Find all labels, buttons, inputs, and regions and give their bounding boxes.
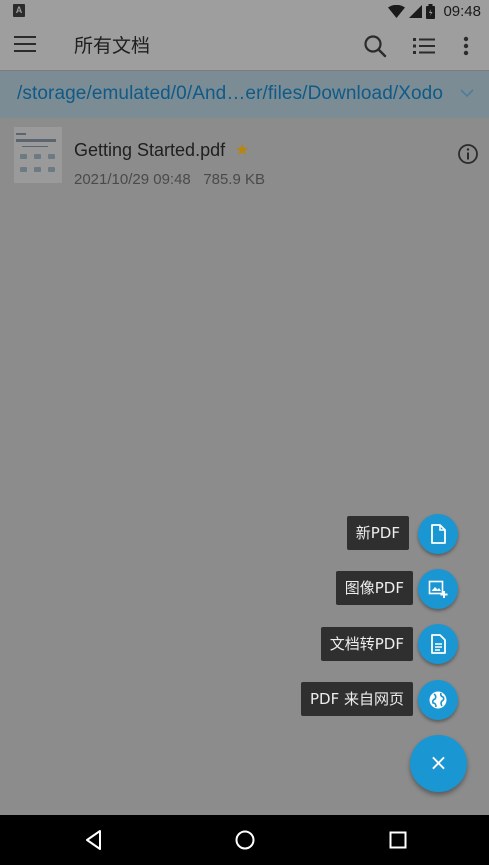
fab-new-pdf[interactable]: 新PDF xyxy=(346,516,409,550)
more-vert-icon[interactable] xyxy=(453,33,479,59)
home-icon[interactable] xyxy=(233,828,257,852)
list-view-icon[interactable] xyxy=(411,33,437,59)
fab-label[interactable]: 图像PDF xyxy=(335,571,413,605)
file-meta: 2021/10/29 09:48 785.9 KB xyxy=(74,171,265,188)
wifi-icon xyxy=(388,4,406,18)
fab-doc-to-pdf[interactable]: 文档转PDF xyxy=(320,627,413,661)
battery-icon xyxy=(426,3,436,19)
document-icon[interactable] xyxy=(418,624,458,664)
fab-label[interactable]: PDF 来自网页 xyxy=(301,682,413,716)
path-text: /storage/emulated/0/And…er/files/Downloa… xyxy=(17,83,444,104)
menu-icon[interactable] xyxy=(14,36,36,56)
chevron-down-icon[interactable] xyxy=(459,85,475,101)
file-thumbnail xyxy=(14,127,62,183)
recents-icon[interactable] xyxy=(386,828,410,852)
clock: 09:48 xyxy=(443,2,481,20)
status-bar: A 09:48 xyxy=(0,0,489,22)
fab-label[interactable]: 新PDF xyxy=(346,516,409,550)
close-fab-button[interactable]: × xyxy=(410,735,467,792)
back-icon[interactable] xyxy=(82,828,106,852)
image-add-icon[interactable] xyxy=(418,569,458,609)
close-icon: × xyxy=(429,751,448,776)
fab-image-pdf[interactable]: 图像PDF xyxy=(335,571,413,605)
app-bar: 所有文档 xyxy=(0,22,489,70)
navigation-bar xyxy=(0,815,489,865)
star-icon: ★ xyxy=(235,140,250,159)
list-item[interactable]: Getting Started.pdf ★ 2021/10/29 09:48 7… xyxy=(0,118,489,192)
fab-label[interactable]: 文档转PDF xyxy=(320,627,413,661)
signal-icon xyxy=(409,4,423,18)
globe-icon[interactable] xyxy=(418,680,458,720)
new-file-icon[interactable] xyxy=(418,514,458,554)
fab-web-pdf[interactable]: PDF 来自网页 xyxy=(301,682,413,716)
file-name: Getting Started.pdf xyxy=(74,140,226,160)
search-icon[interactable] xyxy=(362,33,388,59)
info-icon[interactable] xyxy=(457,143,479,165)
page-title: 所有文档 xyxy=(74,35,151,57)
breadcrumb[interactable]: /storage/emulated/0/And…er/files/Downloa… xyxy=(0,70,489,118)
notification-icon: A xyxy=(13,4,25,17)
status-icons: 09:48 xyxy=(388,0,481,22)
